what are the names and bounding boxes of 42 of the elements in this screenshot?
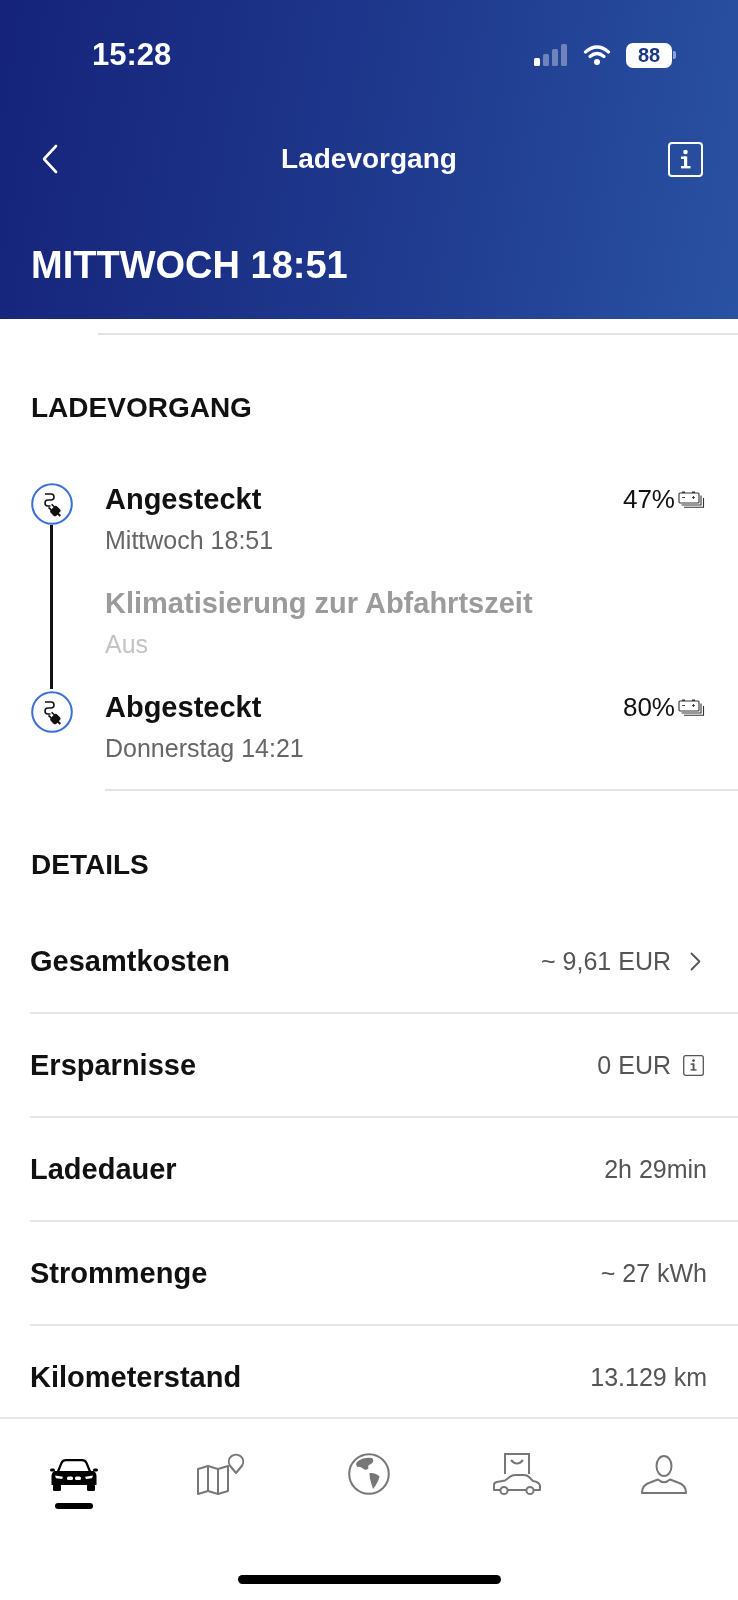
battery-percent: 80% (622, 691, 675, 724)
back-button[interactable] (42, 144, 58, 174)
detail-label: Strommenge (30, 1256, 208, 1290)
detail-label: Gesamtkosten (30, 944, 230, 978)
event-title: Klimatisierung zur Abfahrtszeit (105, 586, 533, 621)
map-pin-icon (196, 1453, 247, 1495)
event-title: Angesteckt (105, 482, 262, 517)
back-icon (42, 144, 58, 174)
battery-indicator: 88 (626, 42, 676, 68)
bag-car-icon (491, 1452, 542, 1496)
detail-value: ~ 27 kWh (600, 1258, 707, 1288)
event-time: Aus (105, 629, 149, 660)
battery-percent: 47% (622, 483, 675, 516)
event-title: Abgesteckt (105, 690, 262, 725)
event-time: Mittwoch 18:51 (105, 525, 274, 556)
detail-value: 13.129 km (590, 1362, 707, 1392)
plug-icon (31, 691, 73, 733)
detail-label: Kilometerstand (30, 1360, 242, 1394)
plug-icon (31, 483, 73, 525)
battery-stack-icon (678, 698, 706, 716)
globe-icon (348, 1453, 390, 1495)
person-icon (640, 1454, 689, 1494)
wifi-icon (582, 44, 612, 66)
info-icon[interactable] (683, 1054, 704, 1076)
battery-stack-icon (678, 490, 706, 508)
chevron-right-icon[interactable] (690, 951, 701, 971)
event-time: Donnerstag 14:21 (105, 733, 304, 764)
signal-icon (534, 44, 568, 66)
section-heading: DETAILS (31, 848, 150, 882)
info-button[interactable] (668, 141, 703, 177)
detail-label: Ladedauer (30, 1152, 177, 1186)
detail-label: Ersparnisse (30, 1048, 197, 1082)
car-icon (49, 1457, 98, 1491)
status-time: 15:28 (92, 38, 172, 72)
detail-value: ~ 9,61 EUR (541, 946, 671, 976)
detail-value: 2h 29min (604, 1154, 707, 1184)
screen-title: Ladevorgang (281, 142, 457, 176)
section-heading: LADEVORGANG (31, 391, 253, 425)
info-icon (668, 141, 703, 177)
active-tab-indicator (54, 1503, 93, 1509)
session-title: MITTWOCH 18:51 (31, 243, 349, 288)
detail-value: 0 EUR (597, 1050, 671, 1080)
